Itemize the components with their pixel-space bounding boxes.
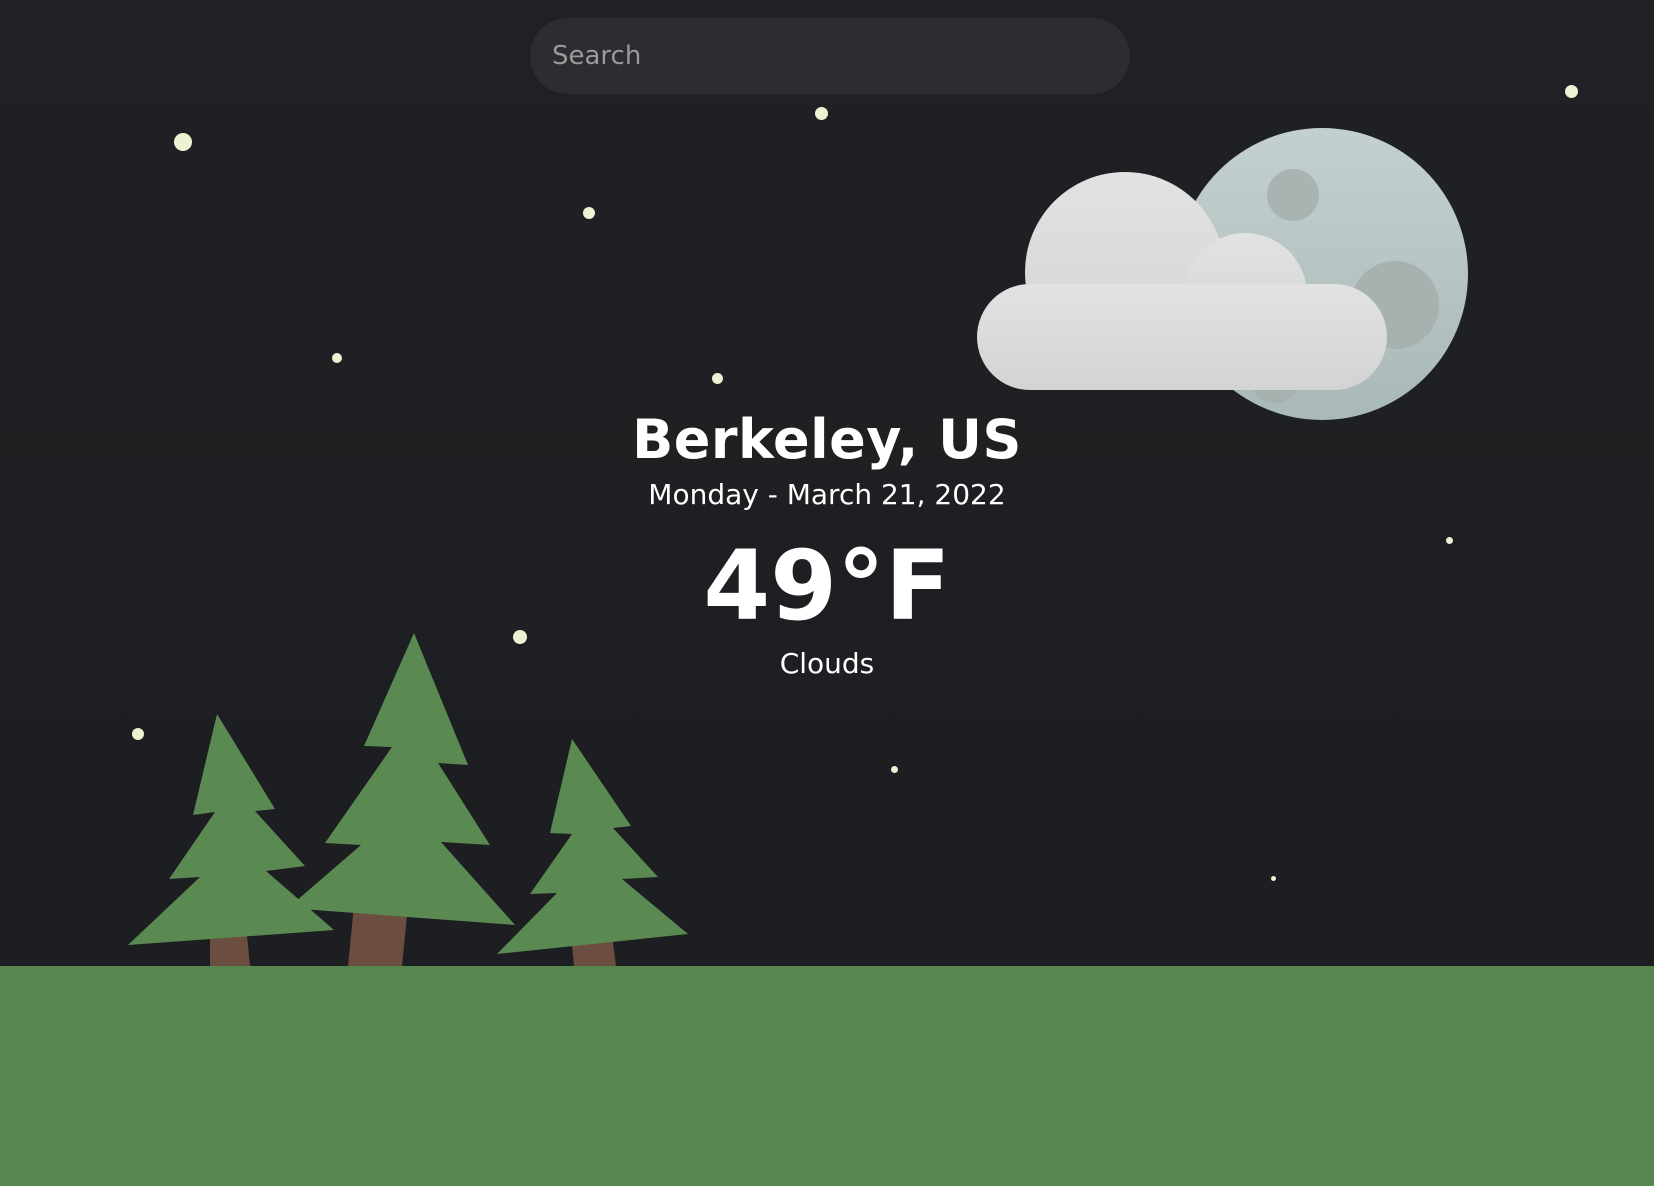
location-title: Berkeley, US [632, 408, 1022, 471]
pine-trees-icon [128, 633, 688, 966]
date-label: Monday - March 21, 2022 [648, 478, 1006, 511]
star [583, 207, 595, 219]
ground [0, 966, 1654, 1186]
tree-icon [288, 633, 515, 966]
tree-icon [497, 739, 688, 966]
star [174, 133, 192, 151]
star [891, 766, 898, 773]
search-input[interactable] [530, 18, 1130, 94]
star [1565, 85, 1578, 98]
star [332, 353, 342, 363]
star [1271, 876, 1276, 881]
tree-icon [128, 714, 334, 966]
weather-scene: Berkeley, US Monday - March 21, 2022 49°… [0, 0, 1654, 1186]
moon-cloud-icon [977, 128, 1468, 420]
star [815, 107, 828, 120]
star [712, 373, 723, 384]
search-bar [530, 18, 1130, 94]
